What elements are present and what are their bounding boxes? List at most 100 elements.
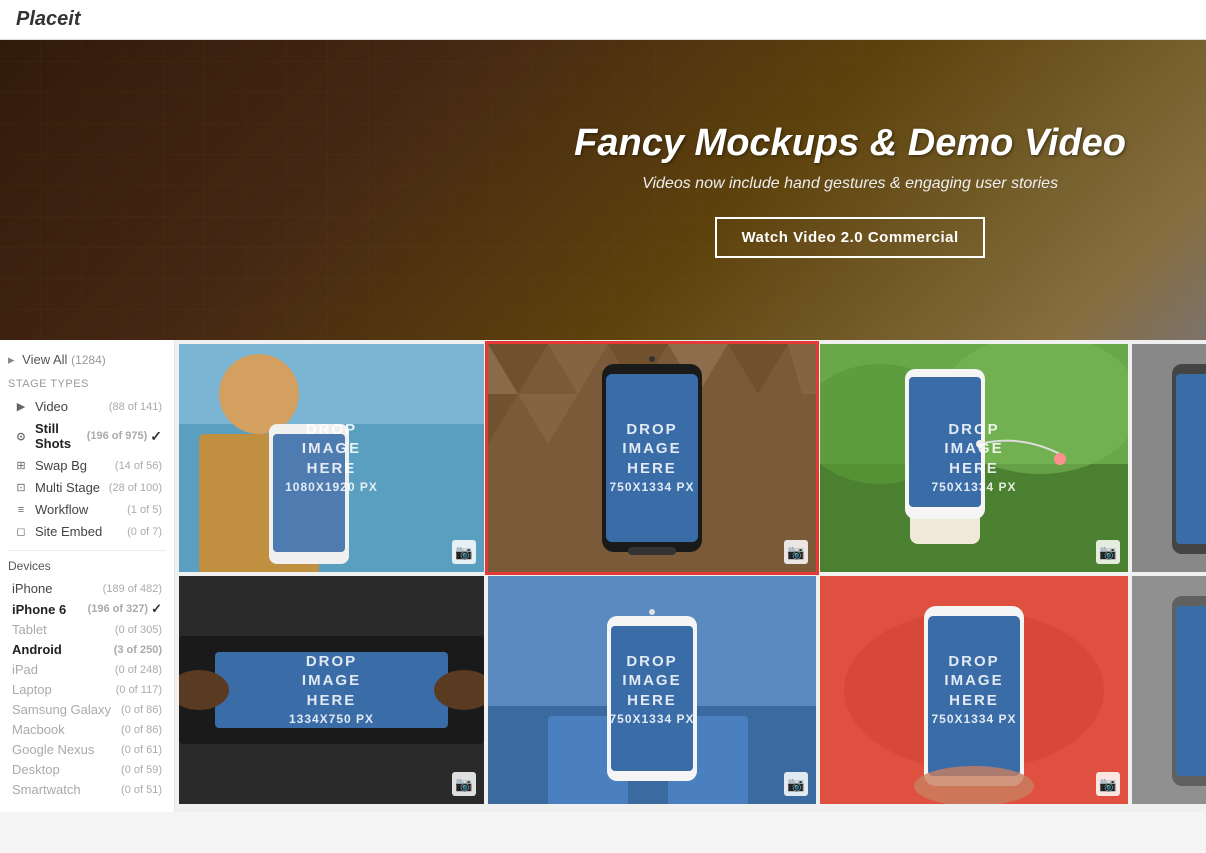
sidebar-still-shots-label: Still Shots bbox=[35, 421, 84, 451]
device-item-smartwatch[interactable]: Smartwatch (0 of 51) bbox=[8, 780, 166, 799]
cell-3-camera-icon[interactable]: 📷 bbox=[1096, 540, 1120, 564]
device-android-count: (3 of 250) bbox=[114, 644, 162, 656]
cell-7-bg bbox=[820, 576, 1128, 804]
device-iphone-count: (189 of 482) bbox=[103, 583, 162, 595]
stage-types-section-title: Stage Types bbox=[8, 378, 166, 390]
device-item-ipad[interactable]: iPad (0 of 248) bbox=[8, 660, 166, 679]
sidebar-item-workflow[interactable]: ≡ Workflow (1 of 5) bbox=[8, 499, 166, 520]
grid-cell-4[interactable]: 📷 bbox=[1132, 344, 1206, 572]
grid-cell-8[interactable]: 📷 bbox=[1132, 576, 1206, 804]
device-samsung-count: (0 of 86) bbox=[121, 704, 162, 716]
multi-stage-icon: ⊡ bbox=[12, 481, 30, 495]
sidebar-swap-bg-label: Swap Bg bbox=[35, 458, 112, 473]
video-icon: ▶ bbox=[12, 400, 30, 414]
arrow-icon: ▸ bbox=[8, 352, 15, 367]
grid-cell-5[interactable]: DROPIMAGEHERE 1334x750 px 📷 bbox=[179, 576, 484, 804]
device-tablet-label: Tablet bbox=[12, 622, 115, 637]
device-macbook-count: (0 of 86) bbox=[121, 724, 162, 736]
device-item-macbook[interactable]: Macbook (0 of 86) bbox=[8, 720, 166, 739]
device-item-iphone6[interactable]: iPhone 6 (196 of 327) ✓ bbox=[8, 599, 166, 619]
device-smartwatch-count: (0 of 51) bbox=[121, 784, 162, 796]
still-shots-check: ✓ bbox=[150, 428, 162, 445]
grid-row-2: DROPIMAGEHERE 1334x750 px 📷 bbox=[179, 576, 1206, 804]
device-item-samsung[interactable]: Samsung Galaxy (0 of 86) bbox=[8, 700, 166, 719]
cell-2-camera-icon[interactable]: 📷 bbox=[784, 540, 808, 564]
cell-2-bg bbox=[488, 344, 816, 572]
device-laptop-label: Laptop bbox=[12, 682, 116, 697]
sidebar-multi-stage-label: Multi Stage bbox=[35, 480, 106, 495]
device-iphone-label: iPhone bbox=[12, 581, 103, 596]
hero-content: Fancy Mockups & Demo Video Videos now in… bbox=[174, 122, 1206, 258]
watch-video-button[interactable]: Watch Video 2.0 Commercial bbox=[715, 217, 984, 258]
grid-cell-3[interactable]: DROPIMAGEHERE 750x1334 px 📷 bbox=[820, 344, 1128, 572]
device-samsung-label: Samsung Galaxy bbox=[12, 702, 121, 717]
cell-8-bg bbox=[1132, 576, 1206, 804]
hero-subtitle: Videos now include hand gestures & engag… bbox=[574, 175, 1126, 193]
device-laptop-count: (0 of 117) bbox=[116, 684, 162, 696]
logo[interactable]: Placeit bbox=[16, 8, 80, 31]
sidebar-video-count: (88 of 141) bbox=[109, 401, 162, 413]
hero-title: Fancy Mockups & Demo Video bbox=[574, 122, 1126, 165]
workflow-icon: ≡ bbox=[12, 503, 30, 517]
view-all-item[interactable]: ▸ View All (1284) bbox=[8, 352, 166, 368]
grid-area: DROPIMAGEHERE 1080x1920 px 📷 bbox=[175, 340, 1206, 812]
site-embed-icon: ◻ bbox=[12, 525, 30, 539]
still-shots-icon: ⊙ bbox=[12, 429, 30, 443]
device-item-tablet[interactable]: Tablet (0 of 305) bbox=[8, 620, 166, 639]
sidebar-item-multi-stage[interactable]: ⊡ Multi Stage (28 of 100) bbox=[8, 477, 166, 498]
grid-cell-2[interactable]: DROPIMAGEHERE 750x1334 px 📷 bbox=[488, 344, 816, 572]
device-ipad-label: iPad bbox=[12, 662, 115, 677]
device-tablet-count: (0 of 305) bbox=[115, 624, 162, 636]
cell-1-bg bbox=[179, 344, 484, 572]
sidebar-item-still-shots[interactable]: ⊙ Still Shots (196 of 975) ✓ bbox=[8, 418, 166, 454]
view-all-label: View All bbox=[22, 352, 67, 367]
sidebar-swap-bg-count: (14 of 56) bbox=[115, 460, 162, 472]
grid-cell-7[interactable]: DROPIMAGEHERE 750x1334 px 📷 bbox=[820, 576, 1128, 804]
device-android-label: Android bbox=[12, 642, 114, 657]
sidebar-site-embed-label: Site Embed bbox=[35, 524, 124, 539]
device-macbook-label: Macbook bbox=[12, 722, 121, 737]
cell-5-bg bbox=[179, 576, 484, 804]
grid-cell-6[interactable]: DROPIMAGEHERE 750x1334 px 📷 bbox=[488, 576, 816, 804]
device-nexus-label: Google Nexus bbox=[12, 742, 121, 757]
grid-row-1: DROPIMAGEHERE 1080x1920 px 📷 bbox=[179, 344, 1206, 572]
cell-7-camera-icon[interactable]: 📷 bbox=[1096, 772, 1120, 796]
device-iphone6-label: iPhone 6 bbox=[12, 602, 88, 617]
cell-6-bg bbox=[488, 576, 816, 804]
sidebar-item-swap-bg[interactable]: ⊞ Swap Bg (14 of 56) bbox=[8, 455, 166, 476]
hero-banner: Fancy Mockups & Demo Video Videos now in… bbox=[0, 40, 1206, 340]
cell-3-bg bbox=[820, 344, 1128, 572]
device-item-android[interactable]: Android (3 of 250) bbox=[8, 640, 166, 659]
grid-cell-1[interactable]: DROPIMAGEHERE 1080x1920 px 📷 bbox=[179, 344, 484, 572]
cell-6-camera-icon[interactable]: 📷 bbox=[784, 772, 808, 796]
cell-1-camera-icon[interactable]: 📷 bbox=[452, 540, 476, 564]
sidebar-multi-stage-count: (28 of 100) bbox=[109, 482, 162, 494]
device-nexus-count: (0 of 61) bbox=[121, 744, 162, 756]
cell-4-bg bbox=[1132, 344, 1206, 572]
device-item-desktop[interactable]: Desktop (0 of 59) bbox=[8, 760, 166, 779]
devices-section-title: Devices bbox=[8, 559, 166, 573]
sidebar-divider bbox=[8, 550, 166, 551]
sidebar-video-label: Video bbox=[35, 399, 106, 414]
device-item-iphone[interactable]: iPhone (189 of 482) bbox=[8, 579, 166, 598]
main-content: ▸ View All (1284) Stage Types ▶ Video (8… bbox=[0, 340, 1206, 812]
device-item-google-nexus[interactable]: Google Nexus (0 of 61) bbox=[8, 740, 166, 759]
sidebar-item-video[interactable]: ▶ Video (88 of 141) bbox=[8, 396, 166, 417]
device-iphone6-count: (196 of 327) bbox=[88, 603, 149, 615]
sidebar: ▸ View All (1284) Stage Types ▶ Video (8… bbox=[0, 340, 175, 812]
device-ipad-count: (0 of 248) bbox=[115, 664, 162, 676]
device-item-laptop[interactable]: Laptop (0 of 117) bbox=[8, 680, 166, 699]
sidebar-still-shots-count: (196 of 975) bbox=[87, 430, 148, 442]
sidebar-site-embed-count: (0 of 7) bbox=[127, 526, 162, 538]
iphone6-check: ✓ bbox=[151, 601, 162, 617]
view-all-count: (1284) bbox=[71, 353, 106, 367]
device-desktop-count: (0 of 59) bbox=[121, 764, 162, 776]
sidebar-workflow-label: Workflow bbox=[35, 502, 124, 517]
header: Placeit bbox=[0, 0, 1206, 40]
device-desktop-label: Desktop bbox=[12, 762, 121, 777]
cell-5-camera-icon[interactable]: 📷 bbox=[452, 772, 476, 796]
sidebar-item-site-embed[interactable]: ◻ Site Embed (0 of 7) bbox=[8, 521, 166, 542]
device-smartwatch-label: Smartwatch bbox=[12, 782, 121, 797]
sidebar-workflow-count: (1 of 5) bbox=[127, 504, 162, 516]
swap-bg-icon: ⊞ bbox=[12, 459, 30, 473]
